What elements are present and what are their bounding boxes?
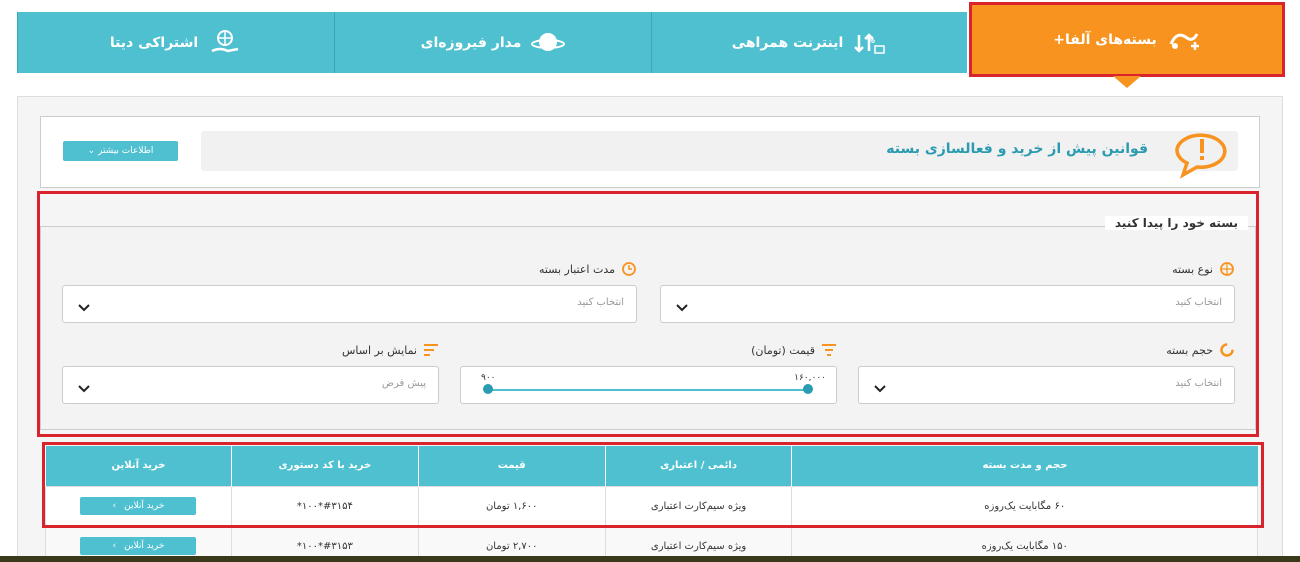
hand-globe-icon: [208, 29, 242, 57]
tab-shared-data[interactable]: اشتراکی دیتا: [17, 12, 334, 73]
alpha-plus-icon: [1167, 26, 1201, 54]
table-highlight: [42, 442, 1264, 528]
active-tab-caret: [1113, 76, 1141, 88]
more-info-button[interactable]: اطلاعات بیشتر ⌄: [63, 141, 178, 161]
tab-label: مدار فیروزه‌ای: [420, 34, 522, 51]
tab-mobile-internet[interactable]: % اینترنت همراهی: [651, 12, 967, 73]
rules-banner[interactable]: قوانین پیش از خرید و فعالسازی بسته: [201, 131, 1238, 171]
tab-firoozeh-orbit[interactable]: مدار فیروزه‌ای: [334, 12, 651, 73]
svg-text:%: %: [866, 36, 875, 46]
rules-title[interactable]: قوانین پیش از خرید و فعالسازی بسته: [886, 141, 1148, 157]
tab-label: اینترنت همراهی: [731, 34, 844, 51]
tab-alpha-plus[interactable]: بسته‌های آلفا+: [969, 2, 1285, 88]
top-tabs: بسته‌های آلفا+ % اینترنت همراهی مدار فیر…: [17, 2, 1285, 88]
buy-online-button[interactable]: خرید آنلاین ›: [80, 537, 197, 555]
alert-bubble-icon: [1169, 129, 1235, 179]
search-highlight: [37, 191, 1259, 437]
tab-label: اشتراکی دیتا: [109, 34, 199, 51]
bottom-strip: [0, 556, 1300, 562]
transfer-arrows-icon: %: [853, 29, 887, 57]
chevron-left-icon: ›: [112, 541, 117, 551]
rules-box: قوانین پیش از خرید و فعالسازی بسته اطلاع…: [40, 116, 1260, 188]
tab-label: بسته‌های آلفا+: [1053, 31, 1157, 48]
planet-icon: [531, 29, 566, 57]
